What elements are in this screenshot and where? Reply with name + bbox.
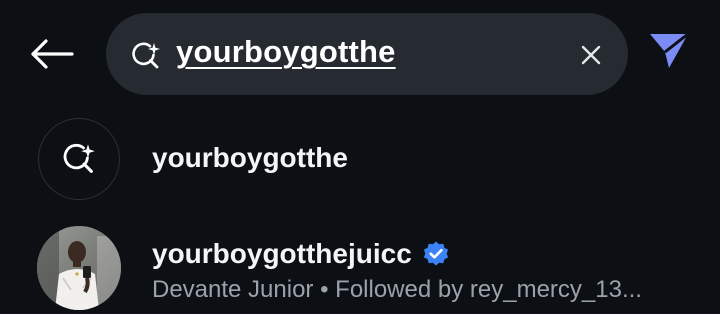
search-screen: yourboygotthe yourboygotthe yourboygotth… [0, 0, 720, 314]
avatar[interactable] [37, 226, 121, 310]
send-button[interactable] [646, 30, 694, 74]
user-result-row[interactable]: yourboygotthejuicc Devante Junior • Foll… [0, 226, 720, 314]
profile-photo [37, 226, 121, 310]
close-icon[interactable] [578, 42, 604, 68]
user-subtitle: Devante Junior • Followed by rey_mercy_1… [152, 276, 642, 303]
username-line: yourboygotthejuicc [152, 236, 450, 272]
username: yourboygotthejuicc [152, 238, 412, 269]
arrow-left-icon [31, 39, 74, 69]
search-input[interactable]: yourboygotthe [176, 34, 396, 70]
search-suggestion-row[interactable]: yourboygotthe [0, 118, 720, 202]
ai-search-sparkle-icon [63, 143, 95, 173]
send-arrow-icon [650, 32, 689, 68]
search-bar[interactable]: yourboygotthe [106, 13, 628, 95]
ai-search-sparkle-icon [132, 42, 160, 69]
back-button[interactable] [28, 32, 76, 76]
verified-badge-icon [423, 241, 448, 266]
suggestion-text: yourboygotthe [152, 142, 348, 173]
suggestion-icon-circle [38, 118, 120, 200]
